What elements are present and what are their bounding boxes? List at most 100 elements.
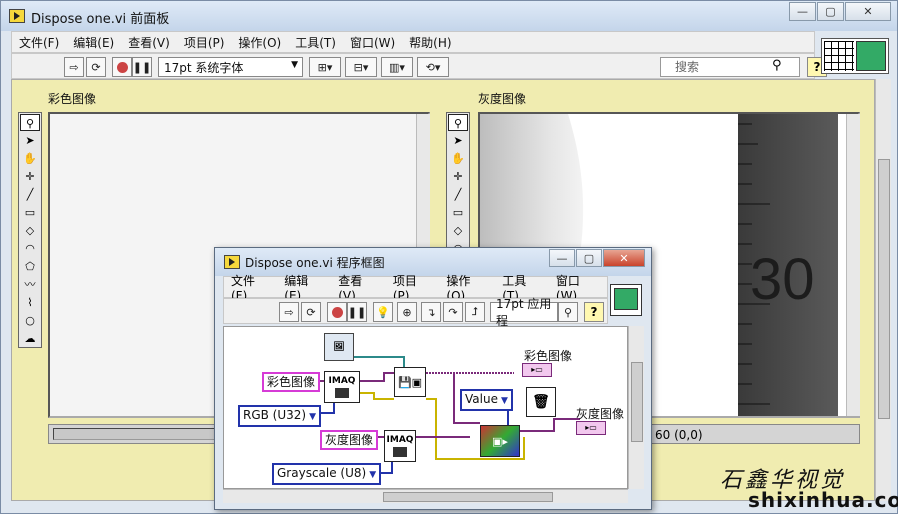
point-tool-icon[interactable]: ✛ bbox=[448, 168, 468, 185]
font-select-value: 17pt 应用程 bbox=[496, 297, 552, 328]
image-display-icon[interactable]: 🖼 bbox=[324, 333, 354, 361]
gray-image-indicator-terminal[interactable]: ▸▭ bbox=[576, 421, 606, 435]
step-into-icon[interactable]: ↴ bbox=[421, 302, 441, 322]
imaq-dispose-node[interactable]: 🗑 bbox=[526, 387, 556, 417]
rectangle-tool-icon[interactable]: ▭ bbox=[20, 204, 40, 221]
rotated-rect-tool-icon[interactable]: ◇ bbox=[448, 222, 468, 239]
run-continuous-icon[interactable]: ⟳ bbox=[86, 57, 106, 77]
menu-help[interactable]: 帮助(H) bbox=[409, 34, 451, 51]
imaq-create-color-node[interactable]: IMAQ bbox=[324, 371, 360, 403]
imaq-label: IMAQ bbox=[386, 435, 414, 445]
align-objects-icon[interactable]: ⊞▾ bbox=[309, 57, 341, 77]
color-image-indicator-terminal[interactable]: ▸▭ bbox=[522, 363, 552, 377]
freehand-tool-icon[interactable]: 〰 bbox=[20, 276, 40, 293]
gray-image-indicator-label: 灰度图像 bbox=[576, 407, 625, 421]
block-diagram-title: Dispose one.vi 程序框图 bbox=[245, 256, 385, 270]
menu-view[interactable]: 查看(V) bbox=[128, 34, 170, 51]
rectangle-tool-icon[interactable]: ▭ bbox=[448, 204, 468, 221]
front-panel-title: Dispose one.vi 前面板 bbox=[31, 12, 170, 27]
polygon-tool-icon[interactable]: ⬠ bbox=[20, 258, 40, 275]
rgb-enum-value: RGB (U32) bbox=[243, 408, 307, 422]
block-diagram-vscroll[interactable] bbox=[628, 326, 644, 489]
rotated-rect-tool-icon[interactable]: ◇ bbox=[20, 222, 40, 239]
reorder-icon[interactable]: ⟲▾ bbox=[417, 57, 449, 77]
zoom-tool-icon[interactable]: ⚲ bbox=[20, 114, 40, 131]
abort-icon[interactable] bbox=[112, 57, 132, 77]
run-continuous-icon[interactable]: ⟳ bbox=[301, 302, 321, 322]
menu-window[interactable]: 窗口(W) bbox=[350, 34, 395, 51]
block-diagram-toolbar: ⇨ ⟳ ❚❚ 💡 ⊕ ↴ ↷ ⮥ 17pt 应用程 ⚲ ? bbox=[223, 297, 608, 328]
menu-file[interactable]: 文件(F) bbox=[19, 34, 59, 51]
color-image-name-constant[interactable]: 彩色图像 bbox=[262, 372, 321, 392]
grayscale-image-type-enum[interactable]: Grayscale (U8) ▼ bbox=[272, 463, 382, 485]
vi-title-icon bbox=[9, 9, 25, 23]
step-over-icon[interactable]: ↷ bbox=[443, 302, 463, 322]
vi-title-icon bbox=[224, 255, 240, 269]
maximize-button[interactable]: ▢ bbox=[817, 2, 844, 21]
front-panel-vscroll[interactable] bbox=[875, 79, 891, 501]
vi-thumbnail-icon bbox=[856, 41, 886, 71]
menu-tools[interactable]: 工具(T) bbox=[295, 34, 336, 51]
annulus-tool-icon[interactable]: ◠ bbox=[20, 240, 40, 257]
gray-image-name-constant[interactable]: 灰度图像 bbox=[320, 430, 379, 450]
font-select-value: 17pt 系统字体 bbox=[164, 60, 244, 75]
gray-image-label: 灰度图像 bbox=[478, 92, 527, 106]
value-enum-value: Value bbox=[465, 392, 498, 406]
vi-icon[interactable] bbox=[821, 38, 889, 74]
distribute-objects-icon[interactable]: ⊟▾ bbox=[345, 57, 377, 77]
chevron-down-icon: ▼ bbox=[309, 412, 317, 422]
font-select[interactable]: 17pt 系统字体 ▼ bbox=[158, 57, 303, 77]
color-plane-value-enum[interactable]: Value ▼ bbox=[460, 389, 513, 411]
selection-tool-icon[interactable]: ➤ bbox=[448, 132, 468, 149]
front-panel-menubar: 文件(F) 编辑(E) 查看(V) 项目(P) 操作(O) 工具(T) 窗口(W… bbox=[11, 31, 815, 53]
ruler-digits: 30 bbox=[750, 247, 815, 312]
grayscale-enum-value: Grayscale (U8) bbox=[277, 466, 367, 480]
front-panel-titlebar[interactable]: Dispose one.vi 前面板 — ▢ ✕ bbox=[1, 1, 897, 31]
run-arrow-icon[interactable]: ⇨ bbox=[279, 302, 299, 322]
point-tool-icon[interactable]: ✛ bbox=[20, 168, 40, 185]
gray-blob-shape bbox=[480, 114, 584, 254]
run-arrow-icon[interactable]: ⇨ bbox=[64, 57, 84, 77]
broken-line-tool-icon[interactable]: ⌇ bbox=[20, 294, 40, 311]
search-icon[interactable]: ⚲ bbox=[558, 302, 578, 322]
imaq-extract-color-plane-node[interactable]: ▣▸ bbox=[480, 425, 520, 457]
vi-icon[interactable] bbox=[610, 284, 642, 316]
maximize-button[interactable]: ▢ bbox=[576, 249, 602, 267]
imaq-read-file-node[interactable]: 💾▣ bbox=[394, 367, 426, 397]
vi-thumbnail-icon bbox=[614, 288, 638, 310]
close-button[interactable]: ✕ bbox=[603, 249, 645, 267]
line-tool-icon[interactable]: ╱ bbox=[20, 186, 40, 203]
pan-tool-icon[interactable]: ✋ bbox=[20, 150, 40, 167]
minimize-button[interactable]: — bbox=[549, 249, 575, 267]
rgb-image-type-enum[interactable]: RGB (U32) ▼ bbox=[238, 405, 322, 427]
abort-icon[interactable] bbox=[327, 302, 347, 322]
close-button[interactable]: ✕ bbox=[845, 2, 891, 21]
gray-image-vscroll[interactable] bbox=[846, 114, 860, 416]
menu-project[interactable]: 项目(P) bbox=[184, 34, 225, 51]
search-icon[interactable]: ⚲ bbox=[772, 58, 782, 73]
retain-wire-values-icon[interactable]: ⊕ bbox=[397, 302, 417, 322]
chevron-down-icon: ▼ bbox=[500, 396, 508, 406]
block-diagram-canvas[interactable]: 🖼 彩色图像 IMAQ 💾▣ RGB (U32) ▼ 灰度图像 IMAQ Gray… bbox=[223, 326, 628, 489]
minimize-button[interactable]: — bbox=[789, 2, 816, 21]
step-out-icon[interactable]: ⮥ bbox=[465, 302, 485, 322]
zoom-tool-icon[interactable]: ⚲ bbox=[448, 114, 468, 131]
font-select[interactable]: 17pt 应用程 bbox=[490, 297, 558, 328]
pause-icon[interactable]: ❚❚ bbox=[347, 302, 367, 322]
color-image-tool-palette: ⚲ ➤ ✋ ✛ ╱ ▭ ◇ ◠ ⬠ 〰 ⌇ ○ ☁ bbox=[18, 112, 42, 348]
watermark-url: shixinhua.com bbox=[748, 488, 898, 512]
imaq-create-gray-node[interactable]: IMAQ bbox=[384, 430, 416, 462]
oval-tool-icon[interactable]: ○ bbox=[20, 312, 40, 329]
line-tool-icon[interactable]: ╱ bbox=[448, 186, 468, 203]
selection-tool-icon[interactable]: ➤ bbox=[20, 132, 40, 149]
color-image-indicator-label: 彩色图像 bbox=[524, 349, 573, 363]
menu-operate[interactable]: 操作(O) bbox=[238, 34, 281, 51]
resize-objects-icon[interactable]: ▥▾ bbox=[381, 57, 413, 77]
pause-icon[interactable]: ❚❚ bbox=[132, 57, 152, 77]
pan-tool-icon[interactable]: ✋ bbox=[448, 150, 468, 167]
block-diagram-hscroll[interactable] bbox=[223, 489, 628, 503]
highlight-execution-icon[interactable]: 💡 bbox=[373, 302, 393, 322]
help-button[interactable]: ? bbox=[584, 302, 604, 322]
freehand-region-tool-icon[interactable]: ☁ bbox=[20, 330, 40, 347]
menu-edit[interactable]: 编辑(E) bbox=[73, 34, 114, 51]
